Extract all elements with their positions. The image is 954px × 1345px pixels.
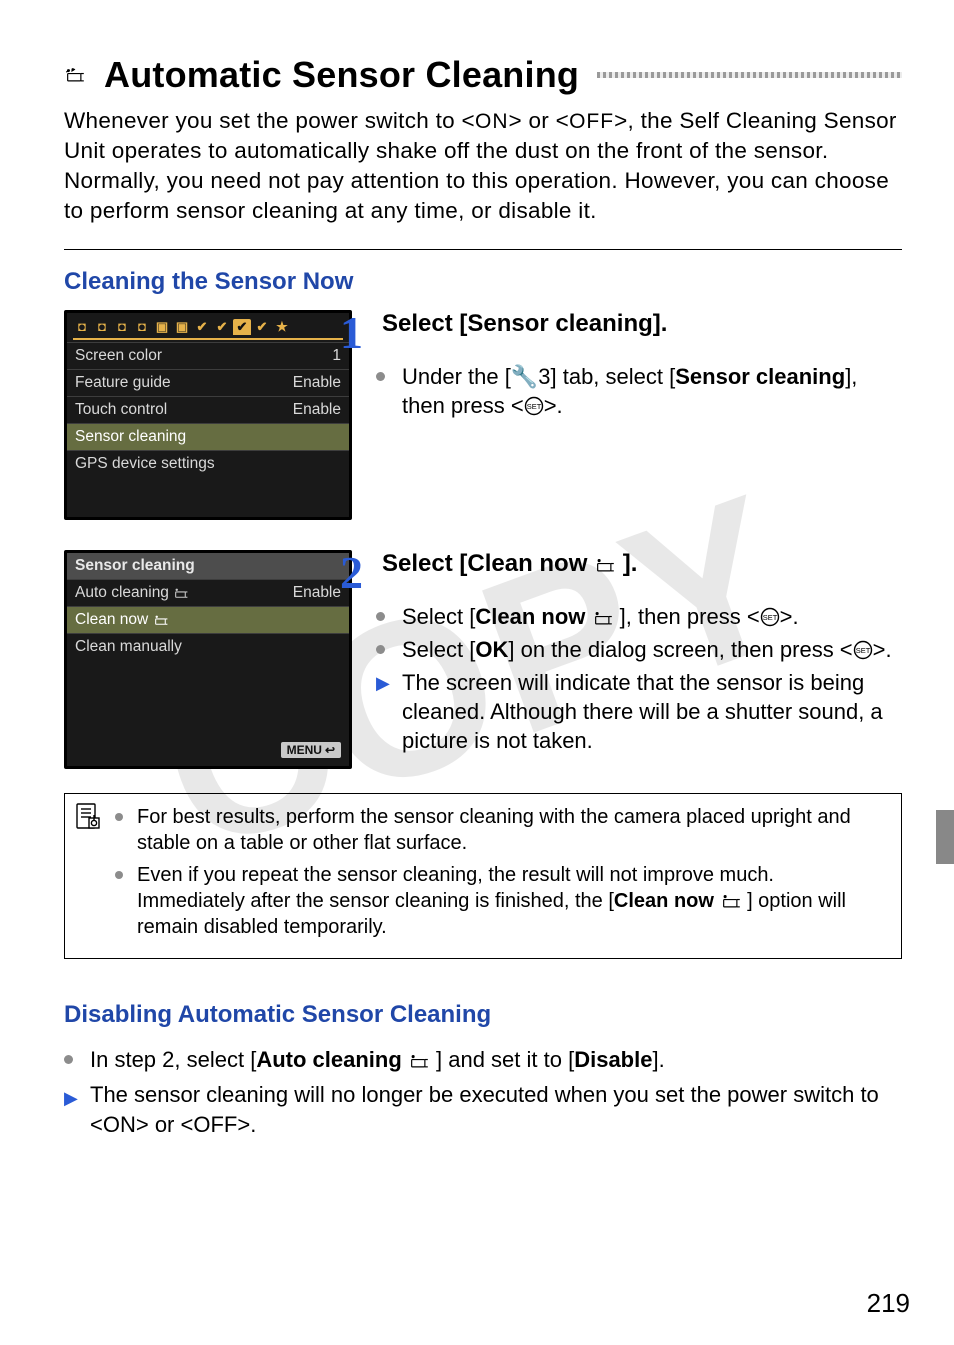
page-edge-tab bbox=[936, 810, 954, 864]
star-tab-icon: ★ bbox=[273, 319, 291, 335]
wrench-tab-icon-selected: ✔ bbox=[233, 319, 251, 335]
lcd-screenshot-1: ◘ ◘ ◘ ◘ ▣ ▣ ✔ ✔ ✔ ✔ ★ Screen color1 Feat… bbox=[64, 310, 352, 520]
sensor-clean-icon bbox=[720, 893, 742, 909]
page-title-row: Automatic Sensor Cleaning bbox=[64, 54, 902, 96]
svg-text:SET: SET bbox=[762, 613, 777, 622]
power-off-label: OFF bbox=[569, 110, 614, 133]
menu-item-auto-cleaning: Auto cleaning Enable bbox=[67, 579, 349, 606]
sensor-clean-icon bbox=[408, 1053, 430, 1069]
step-2-bullet-3: ▶ The screen will indicate that the sens… bbox=[376, 668, 902, 755]
wrench-tab-icon: ✔ bbox=[213, 319, 231, 335]
triangle-bullet-icon: ▶ bbox=[64, 1086, 78, 1110]
wrench-tab-icon: ✔ bbox=[253, 319, 271, 335]
set-button-icon: SET bbox=[760, 607, 780, 627]
play-tab-icon: ▣ bbox=[153, 319, 171, 335]
power-on-label: ON bbox=[103, 1112, 136, 1137]
note-1: For best results, perform the sensor cle… bbox=[115, 804, 887, 856]
menu-item-clean-manually: Clean manually bbox=[67, 633, 349, 660]
subhead-disable: Disabling Automatic Sensor Cleaning bbox=[64, 1001, 902, 1029]
step-2-bullet-2: Select [OK] on the dialog screen, then p… bbox=[376, 635, 902, 664]
lcd2-menu-return: MENU↩ bbox=[67, 738, 349, 766]
wrench-icon: 🔧 bbox=[511, 362, 538, 391]
bullet-dot-icon bbox=[376, 612, 385, 621]
title-rule bbox=[597, 72, 902, 78]
divider bbox=[64, 249, 902, 250]
step-2-bullet-1: Select [Clean now ], then press <SET>. bbox=[376, 602, 902, 631]
step-2-title: Select [Clean now ]. bbox=[382, 550, 637, 579]
sensor-clean-icon bbox=[173, 587, 189, 599]
svg-text:SET: SET bbox=[855, 646, 870, 655]
menu-return-button: MENU↩ bbox=[281, 742, 341, 758]
step-1-row: ◘ ◘ ◘ ◘ ▣ ▣ ✔ ✔ ✔ ✔ ★ Screen color1 Feat… bbox=[64, 310, 902, 520]
menu-item-gps-settings: GPS device settings bbox=[67, 450, 349, 477]
note-icon bbox=[75, 802, 101, 837]
lcd1-tab-underline bbox=[73, 338, 343, 340]
power-off-label: OFF bbox=[193, 1112, 237, 1137]
step-2-row: Sensor cleaning Auto cleaning Enable Cle… bbox=[64, 550, 902, 769]
play-tab-icon: ▣ bbox=[173, 319, 191, 335]
return-icon: ↩ bbox=[325, 743, 335, 757]
lcd-screenshot-2: Sensor cleaning Auto cleaning Enable Cle… bbox=[64, 550, 352, 769]
menu-item-feature-guide: Feature guideEnable bbox=[67, 369, 349, 396]
menu-item-sensor-cleaning: Sensor cleaning bbox=[67, 423, 349, 450]
menu-item-screen-color: Screen color1 bbox=[67, 342, 349, 369]
sensor-clean-icon bbox=[592, 610, 614, 626]
bullet-dot-icon bbox=[115, 813, 123, 821]
notes-box: For best results, perform the sensor cle… bbox=[64, 793, 902, 959]
step-number-2: 2 bbox=[340, 550, 372, 596]
lcd2-header: Sensor cleaning bbox=[67, 553, 349, 579]
sensor-clean-icon bbox=[64, 67, 86, 83]
subhead-cleaning-now: Cleaning the Sensor Now bbox=[64, 268, 902, 296]
page-number: 219 bbox=[867, 1288, 910, 1319]
intro-paragraph: Whenever you set the power switch to <ON… bbox=[64, 106, 902, 227]
bullet-dot-icon bbox=[64, 1055, 73, 1064]
camera-tab-icon: ◘ bbox=[113, 319, 131, 335]
camera-tab-icon: ◘ bbox=[73, 319, 91, 335]
svg-text:SET: SET bbox=[526, 402, 541, 411]
lcd1-tabbar: ◘ ◘ ◘ ◘ ▣ ▣ ✔ ✔ ✔ ✔ ★ bbox=[67, 313, 349, 338]
set-button-icon: SET bbox=[524, 396, 544, 416]
triangle-bullet-icon: ▶ bbox=[376, 672, 390, 696]
bullet-dot-icon bbox=[115, 871, 123, 879]
bullet-dot-icon bbox=[376, 645, 385, 654]
page-title: Automatic Sensor Cleaning bbox=[104, 54, 579, 96]
set-button-icon: SET bbox=[853, 640, 873, 660]
power-on-label: ON bbox=[475, 110, 509, 133]
wrench-tab-icon: ✔ bbox=[193, 319, 211, 335]
step-number-1: 1 bbox=[340, 310, 372, 356]
step-1-title: Select [Sensor cleaning]. bbox=[382, 310, 667, 339]
camera-tab-icon: ◘ bbox=[133, 319, 151, 335]
camera-tab-icon: ◘ bbox=[93, 319, 111, 335]
bullet-dot-icon bbox=[376, 372, 385, 381]
sensor-clean-icon bbox=[153, 614, 169, 626]
menu-item-touch-control: Touch controlEnable bbox=[67, 396, 349, 423]
step-1-bullet-1: Under the [🔧3] tab, select [Sensor clean… bbox=[376, 362, 902, 420]
disable-bullet-2: ▶ The sensor cleaning will no longer be … bbox=[64, 1080, 902, 1140]
disable-bullet-1: In step 2, select [Auto cleaning ] and s… bbox=[64, 1045, 902, 1075]
note-2: Even if you repeat the sensor cleaning, … bbox=[115, 862, 887, 940]
sensor-clean-icon bbox=[594, 557, 616, 573]
menu-item-clean-now: Clean now bbox=[67, 606, 349, 633]
